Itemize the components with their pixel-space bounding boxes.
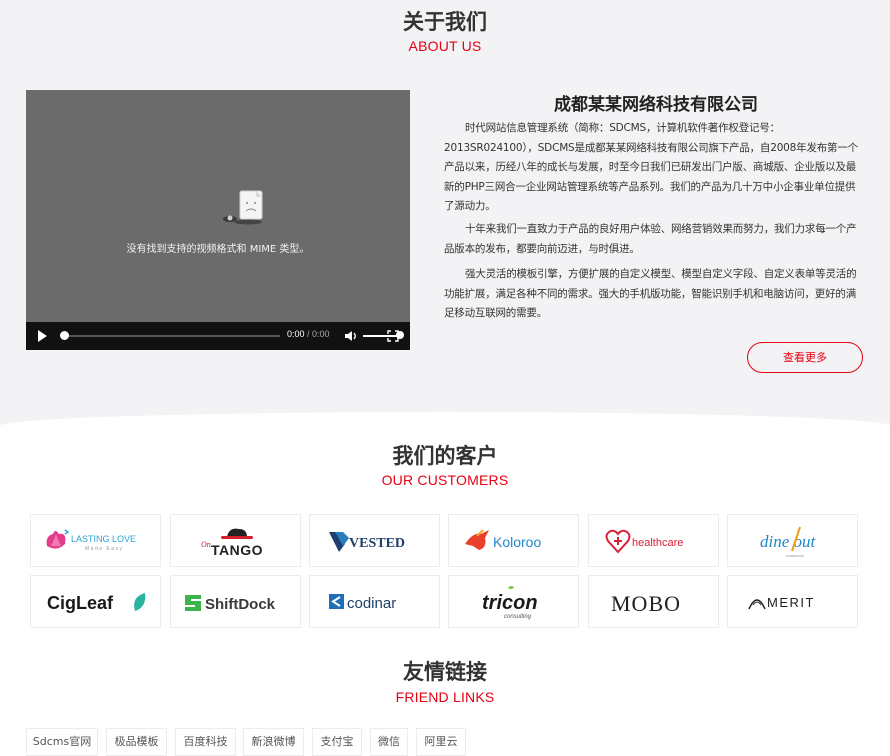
view-more-button[interactable]: 查看更多 xyxy=(747,342,863,373)
time-separator: / xyxy=(304,329,313,339)
logo-tango-text: TANGO xyxy=(211,542,263,558)
logo-mobo[interactable]: MOBO xyxy=(588,575,719,628)
logo-mobo-text: MOBO xyxy=(611,591,681,616)
shiftdock-s-icon xyxy=(184,594,201,611)
about-subtitle: ABOUT US xyxy=(408,38,482,54)
logo-lasting-love-tag: Made Easy xyxy=(85,546,124,552)
volume-icon[interactable] xyxy=(344,329,358,343)
friend-link-alipay[interactable]: 支付宝 xyxy=(312,728,362,756)
about-title: 关于我们 xyxy=(403,10,487,34)
logo-vested[interactable]: VESTED xyxy=(309,514,440,567)
merit-arc-icon xyxy=(747,598,766,609)
friend-link-weibo[interactable]: 新浪微博 xyxy=(243,728,304,756)
logo-koloroo[interactable]: Koloroo xyxy=(448,514,579,567)
logo-dineout-text: dine out xyxy=(760,532,817,551)
customers-title: 我们的客户 xyxy=(392,444,498,468)
friend-link-sdcms[interactable]: Sdcms官网 xyxy=(26,728,98,756)
logo-shiftdock[interactable]: ShiftDock xyxy=(170,575,301,628)
logo-tango-prefix: On xyxy=(201,540,211,549)
logo-dineout-tag: restaurant xyxy=(786,553,805,558)
company-name: 成都某某网络科技有限公司 xyxy=(554,95,758,115)
logo-lasting-love-text: LASTING LOVE xyxy=(71,534,136,544)
logo-tango[interactable]: On TANGO xyxy=(170,514,301,567)
friends-subtitle: FRIEND LINKS xyxy=(395,689,495,705)
logo-tricon-tag: consulting xyxy=(504,614,532,620)
logo-cigleaf[interactable]: CigLeaf xyxy=(30,575,161,628)
logo-codinar-text: codinar xyxy=(347,595,396,612)
fullscreen-icon[interactable] xyxy=(387,330,399,342)
friend-link-wechat[interactable]: 微信 xyxy=(370,728,408,756)
about-paragraph-1: 时代网站信息管理系统（简称：SDCMS，计算机软件著作权登记号：2013SR02… xyxy=(444,122,858,212)
about-paragraph-3: 强大灵活的模板引擎，方便扩展的自定义模型、模型自定义字段、自定义表单等灵活的功能… xyxy=(444,268,857,319)
leaf-icon xyxy=(133,592,145,611)
time-display: 0:00 / 0:00 xyxy=(287,329,330,339)
hat-icon xyxy=(226,528,247,537)
about-paragraph-2: 十年来我们一直致力于产品的良好用户体验、网络营销效果而努力，我们力求每一个产品版… xyxy=(444,223,857,255)
video-controls: 0:00 / 0:00 xyxy=(26,322,410,350)
logo-healthcare-text: healthcare xyxy=(632,537,683,549)
time-current: 0:00 xyxy=(287,329,305,339)
video-error-message: 没有找到支持的视频格式和 MIME 类型。 xyxy=(126,244,310,255)
logo-dineout[interactable]: dine out restaurant xyxy=(727,514,858,567)
logo-cigleaf-text: CigLeaf xyxy=(47,593,114,613)
friend-link-aliyun[interactable]: 阿里云 xyxy=(416,728,466,756)
logo-tricon-text: tricon xyxy=(482,592,538,614)
tricon-leaf-icon xyxy=(507,585,514,589)
play-icon[interactable] xyxy=(38,330,47,342)
logo-healthcare[interactable]: healthcare xyxy=(588,514,719,567)
logo-codinar[interactable]: codinar xyxy=(309,575,440,628)
friends-title: 友情链接 xyxy=(403,660,487,684)
kangaroo-icon xyxy=(464,529,489,550)
logo-merit[interactable]: MERIT xyxy=(727,575,858,628)
progress-knob[interactable] xyxy=(60,331,69,340)
logo-koloroo-text: Koloroo xyxy=(493,534,541,550)
time-total: 0:00 xyxy=(312,329,330,339)
friend-link-jipin[interactable]: 极品模板 xyxy=(106,728,167,756)
logo-vested-text: VESTED xyxy=(349,536,405,551)
lotus-icon: LASTING LOVE Made Easy xyxy=(46,528,136,552)
broken-document-icon xyxy=(223,190,263,225)
video-player[interactable]: 没有找到支持的视频格式和 MIME 类型。 0:00 / 0:00 xyxy=(26,90,410,350)
logo-lasting-love[interactable]: LASTING LOVE Made Easy xyxy=(30,514,161,567)
logo-shiftdock-text: ShiftDock xyxy=(205,596,276,613)
logo-merit-text: MERIT xyxy=(767,595,815,610)
about-section: 关于我们 ABOUT US 没有找到支持的视频格式和 MIME 类型。 0:00… xyxy=(0,0,890,426)
friend-link-baidu[interactable]: 百度科技 xyxy=(175,728,236,756)
progress-track[interactable] xyxy=(64,335,280,337)
customers-subtitle: OUR CUSTOMERS xyxy=(381,472,509,488)
logo-tricon[interactable]: tricon consulting xyxy=(448,575,579,628)
